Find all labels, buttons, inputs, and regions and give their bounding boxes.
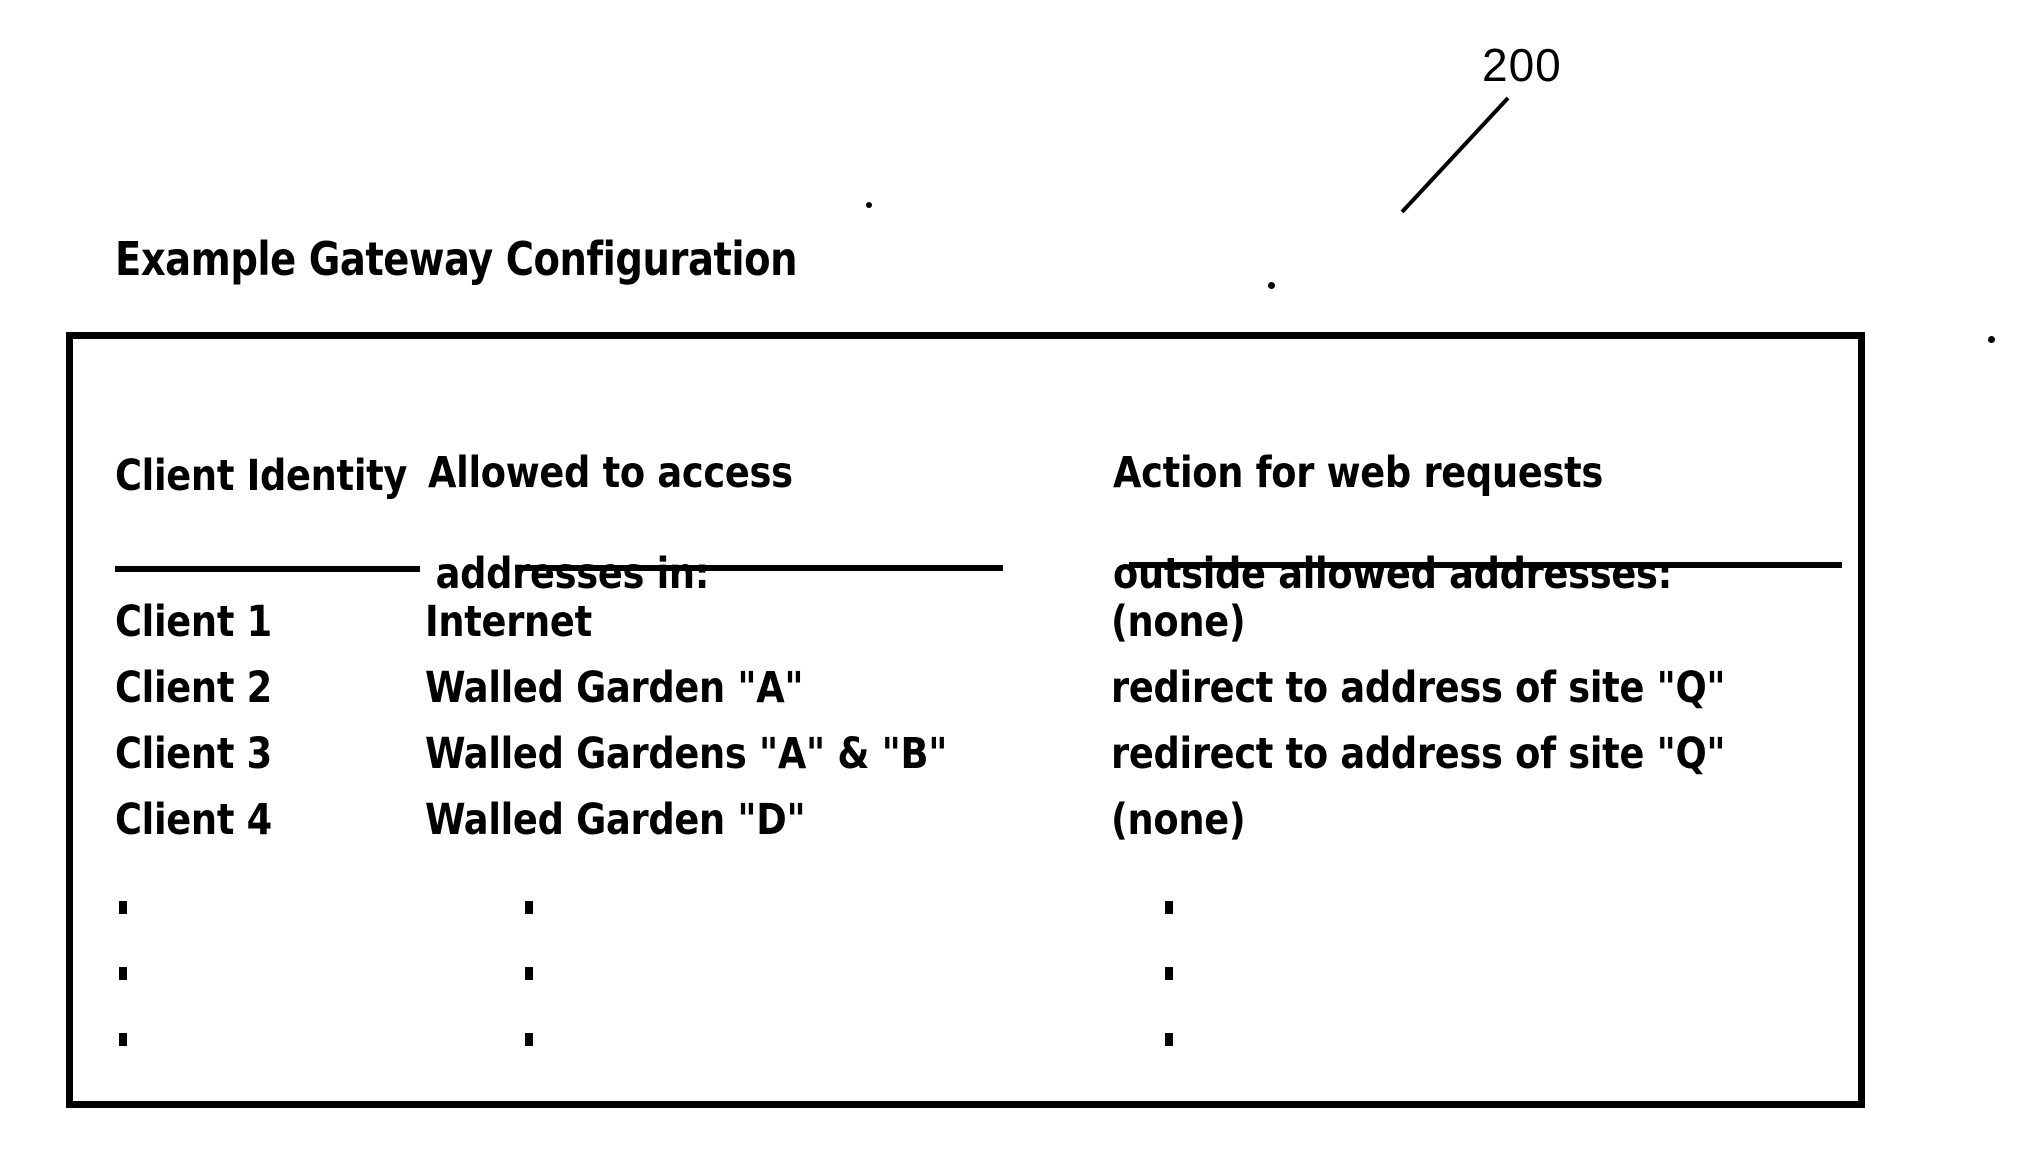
ellipsis-dot [1165, 967, 1173, 980]
scan-speck [866, 202, 872, 208]
ellipsis-dot [119, 901, 127, 914]
scan-speck [1268, 282, 1275, 289]
column-header-client-identity-line1: Client Identity [115, 450, 408, 501]
table-row: Client 4 Walled Garden "D" (none) [73, 795, 1858, 861]
header-rule-action-outside [1129, 562, 1842, 568]
ellipsis-dot [525, 967, 533, 980]
cell-allowed-addresses: Internet [425, 597, 592, 647]
column-header-allowed-addresses-line1: Allowed to access [428, 447, 793, 498]
cell-client-identity: Client 1 [115, 597, 272, 647]
gateway-configuration-table: Client Identity Allowed to access addres… [66, 332, 1865, 1108]
header-rule-client-identity [115, 566, 420, 572]
figure-title: Example Gateway Configuration [115, 232, 798, 286]
cell-action-outside: (none) [1111, 597, 1246, 647]
table-row: Client 1 Internet (none) [73, 597, 1858, 663]
ellipsis-dot [1165, 901, 1173, 914]
ellipsis-dot [525, 1033, 533, 1046]
cell-client-identity: Client 4 [115, 795, 272, 845]
ellipsis-dot [1165, 1033, 1173, 1046]
cell-allowed-addresses: Walled Gardens "A" & "B" [425, 729, 948, 779]
scan-speck [1988, 336, 1995, 343]
cell-action-outside: redirect to address of site "Q" [1111, 729, 1726, 779]
table-row: Client 2 Walled Garden "A" redirect to a… [73, 663, 1858, 729]
reference-leader-line [1400, 96, 1510, 214]
cell-allowed-addresses: Walled Garden "D" [425, 795, 806, 845]
cell-action-outside: (none) [1111, 795, 1246, 845]
column-header-allowed-addresses-line2: addresses in: [435, 549, 710, 600]
header-rule-allowed-addresses [515, 565, 1003, 571]
ellipsis-dot [119, 967, 127, 980]
column-header-client-identity: Client Identity [115, 400, 407, 501]
cell-action-outside: redirect to address of site "Q" [1111, 663, 1726, 713]
ellipsis-dot [525, 901, 533, 914]
cell-client-identity: Client 3 [115, 729, 272, 779]
column-header-action-outside-line2: outside allowed addresses: [1113, 549, 1673, 600]
column-header-action-outside-line1: Action for web requests [1113, 447, 1603, 498]
ellipsis-dot [119, 1033, 127, 1046]
cell-allowed-addresses: Walled Garden "A" [425, 663, 804, 713]
table-row: Client 3 Walled Gardens "A" & "B" redire… [73, 729, 1858, 795]
table-body: Client 1 Internet (none) Client 2 Walled… [73, 597, 1858, 861]
cell-client-identity: Client 2 [115, 663, 272, 713]
figure-reference-numeral: 200 [1482, 39, 1562, 91]
